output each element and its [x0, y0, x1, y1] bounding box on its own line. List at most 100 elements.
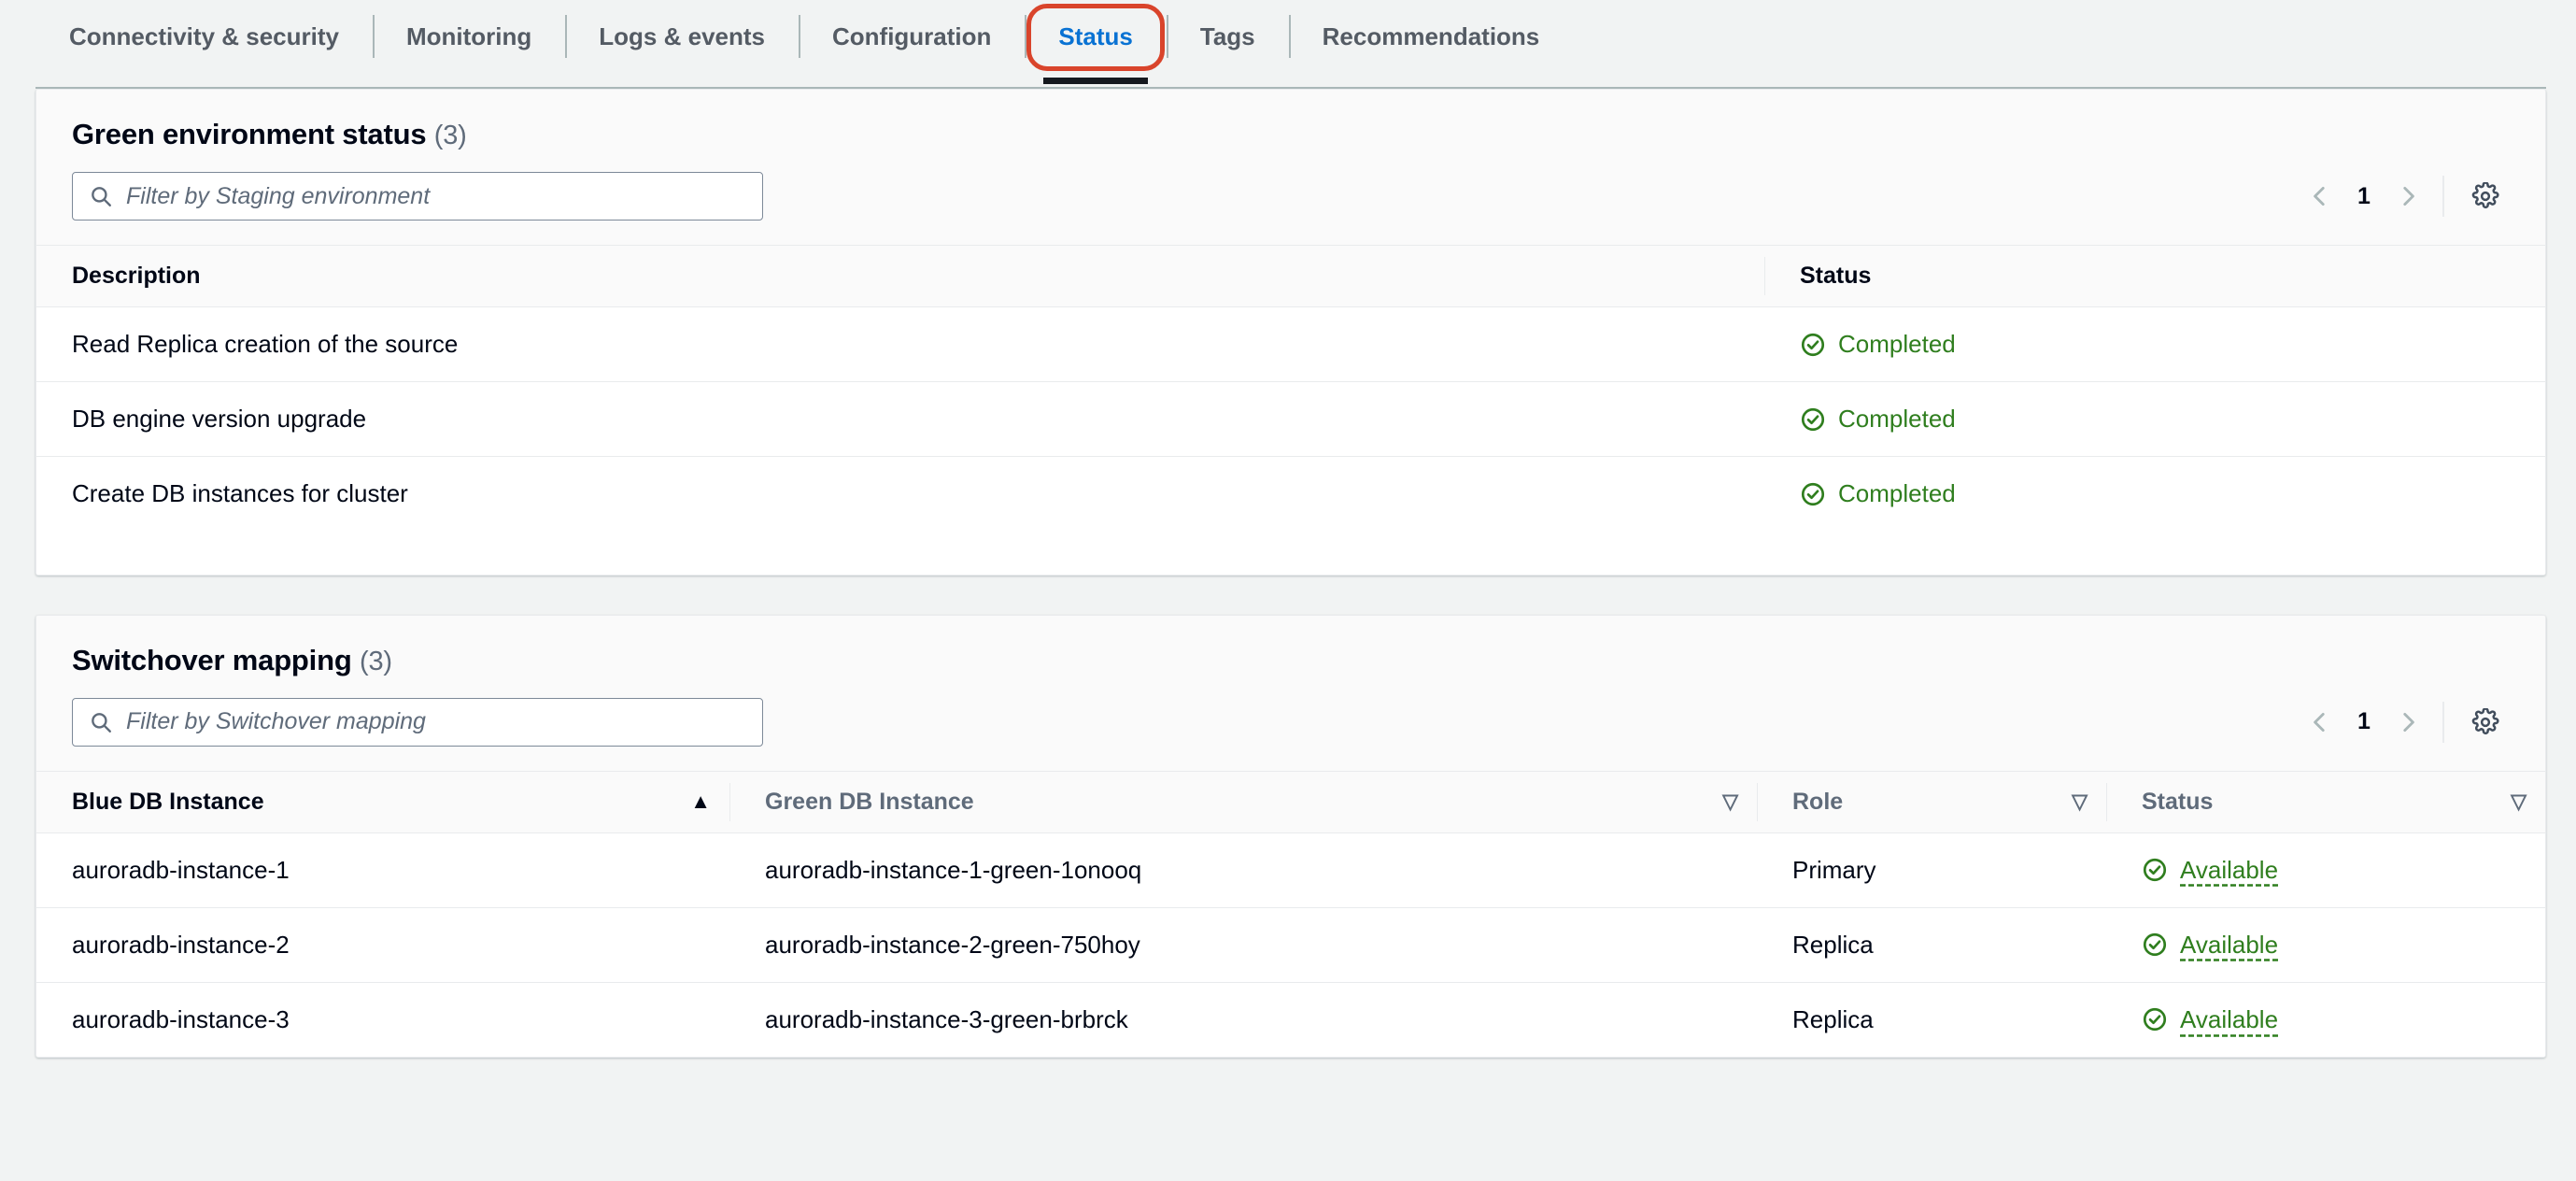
- switchover-mapping-toolbar-right: 1: [2297, 698, 2510, 747]
- green-environment-pagination: 1: [2297, 173, 2431, 220]
- cell-blue-db-instance: auroradb-instance-1: [36, 832, 729, 908]
- status-check-circle-icon: [2142, 857, 2168, 883]
- tab-recommendations[interactable]: Recommendations: [1288, 0, 1574, 73]
- column-header-status: Status: [1764, 245, 2545, 307]
- card-title-text: Green environment status: [72, 118, 427, 150]
- switchover-mapping-table: Blue DB Instance ▲ Green DB Instance ▽ R…: [36, 770, 2545, 1057]
- tab-label: Status: [1058, 21, 1133, 50]
- pagination-prev-button[interactable]: [2297, 173, 2343, 220]
- column-header-description: Description: [36, 245, 1764, 307]
- tab-tags[interactable]: Tags: [1166, 0, 1289, 73]
- cell-status: Completed: [1764, 306, 2545, 382]
- green-environment-filter-box[interactable]: [72, 172, 763, 221]
- cell-status: Completed: [1764, 456, 2545, 532]
- cell-role: Replica: [1757, 907, 2106, 983]
- status-badge-link[interactable]: Available: [2180, 931, 2278, 960]
- switchover-mapping-filter-box[interactable]: [72, 697, 763, 747]
- status-badge: Completed: [1838, 405, 1956, 433]
- table-row: Read Replica creation of the source Compl…: [36, 306, 2545, 382]
- toolbar-divider: [2442, 701, 2444, 743]
- page-title: Green environment status (3): [72, 118, 2510, 151]
- column-header-label: Status: [1800, 263, 1872, 289]
- cell-green-db-instance: auroradb-instance-1-green-1onooq: [729, 832, 1757, 908]
- status-badge-link[interactable]: Available: [2180, 1005, 2278, 1034]
- switchover-mapping-filter-input[interactable]: [126, 708, 762, 735]
- tab-logs-and-events[interactable]: Logs & events: [565, 0, 799, 73]
- cell-role: Primary: [1757, 832, 2106, 908]
- green-environment-status-table: Description Status Read Replica creation…: [36, 245, 2545, 532]
- cell-status: Available: [2106, 982, 2545, 1057]
- tab-label: Tags: [1199, 21, 1255, 50]
- tab-list: Connectivity & security Monitoring Logs …: [35, 0, 2576, 88]
- status-check-circle-icon: [1800, 481, 1826, 507]
- column-header-label: Status: [2142, 788, 2214, 815]
- table-row: auroradb-instance-3 auroradb-instance-3-g…: [36, 982, 2545, 1057]
- table-row: DB engine version upgrade Completed: [36, 381, 2545, 457]
- card-header: Green environment status (3): [36, 90, 2545, 151]
- status-badge: Completed: [1838, 479, 1956, 508]
- status-check-circle-icon: [1800, 406, 1826, 433]
- table-header-row: Blue DB Instance ▲ Green DB Instance ▽ R…: [36, 770, 2545, 833]
- card-item-count: (3): [359, 646, 392, 676]
- page-title: Switchover mapping (3): [72, 644, 2510, 677]
- column-header-label: Description: [72, 263, 201, 289]
- status-badge: Completed: [1838, 330, 1956, 358]
- cell-description: Create DB instances for cluster: [36, 456, 1764, 532]
- sort-inactive-icon: ▽: [2072, 790, 2088, 813]
- tab-configuration[interactable]: Configuration: [799, 0, 1025, 73]
- pagination-next-button[interactable]: [2385, 173, 2431, 220]
- tab-connectivity-and-security[interactable]: Connectivity & security: [35, 0, 373, 73]
- column-header-blue-db-instance[interactable]: Blue DB Instance ▲: [36, 770, 729, 833]
- cell-status: Available: [2106, 907, 2545, 983]
- tab-label: Monitoring: [405, 21, 532, 50]
- tab-label: Recommendations: [1322, 21, 1540, 50]
- green-environment-filter-input[interactable]: [126, 182, 762, 210]
- green-environment-toolbar: 1: [36, 151, 2545, 245]
- status-check-circle-icon: [2142, 1006, 2168, 1032]
- tab-bar: Connectivity & security Monitoring Logs …: [0, 0, 2576, 89]
- tab-monitoring[interactable]: Monitoring: [372, 0, 565, 73]
- toolbar-divider: [2442, 176, 2444, 217]
- status-check-circle-icon: [2142, 932, 2168, 958]
- search-icon: [89, 184, 113, 208]
- cell-blue-db-instance: auroradb-instance-3: [36, 982, 729, 1057]
- column-header-role[interactable]: Role ▽: [1757, 770, 2106, 833]
- table-footer-spacer: [36, 531, 2545, 575]
- sort-inactive-icon: ▽: [1722, 790, 1738, 813]
- table-preferences-button[interactable]: [2461, 172, 2510, 221]
- green-environment-status-card: Green environment status (3) 1: [35, 89, 2546, 576]
- switchover-mapping-toolbar: 1: [36, 676, 2545, 771]
- column-header-label: Blue DB Instance: [72, 788, 264, 815]
- card-header: Switchover mapping (3): [36, 615, 2545, 677]
- sort-ascending-icon: ▲: [690, 790, 711, 813]
- cell-green-db-instance: auroradb-instance-2-green-750hoy: [729, 907, 1757, 983]
- tab-status[interactable]: Status: [1025, 0, 1166, 84]
- column-header-green-db-instance[interactable]: Green DB Instance ▽: [729, 770, 1757, 833]
- table-preferences-button[interactable]: [2461, 698, 2510, 747]
- tab-label: Configuration: [832, 21, 992, 50]
- column-header-label: Green DB Instance: [765, 788, 974, 815]
- pagination-current-page[interactable]: 1: [2343, 183, 2385, 210]
- cell-green-db-instance: auroradb-instance-3-green-brbrck: [729, 982, 1757, 1057]
- pagination-prev-button[interactable]: [2297, 699, 2343, 746]
- tab-label: Connectivity & security: [69, 21, 339, 50]
- search-icon: [89, 710, 113, 734]
- status-badge-link[interactable]: Available: [2180, 856, 2278, 885]
- pagination-next-button[interactable]: [2385, 699, 2431, 746]
- green-environment-toolbar-right: 1: [2297, 172, 2510, 221]
- cell-blue-db-instance: auroradb-instance-2: [36, 907, 729, 983]
- card-title-text: Switchover mapping: [72, 643, 352, 676]
- tab-label: Logs & events: [599, 21, 765, 50]
- cell-description: DB engine version upgrade: [36, 381, 1764, 457]
- tab-bar-divider: [35, 87, 2546, 89]
- card-item-count: (3): [433, 121, 467, 150]
- cell-role: Replica: [1757, 982, 2106, 1057]
- column-header-label: Role: [1792, 788, 1844, 815]
- card-spacer: [0, 576, 2576, 615]
- cell-status: Completed: [1764, 381, 2545, 457]
- column-header-status[interactable]: Status ▽: [2106, 770, 2545, 833]
- status-check-circle-icon: [1800, 332, 1826, 358]
- switchover-mapping-card: Switchover mapping (3) 1: [35, 614, 2546, 1058]
- sort-inactive-icon: ▽: [2511, 790, 2526, 813]
- pagination-current-page[interactable]: 1: [2343, 708, 2385, 735]
